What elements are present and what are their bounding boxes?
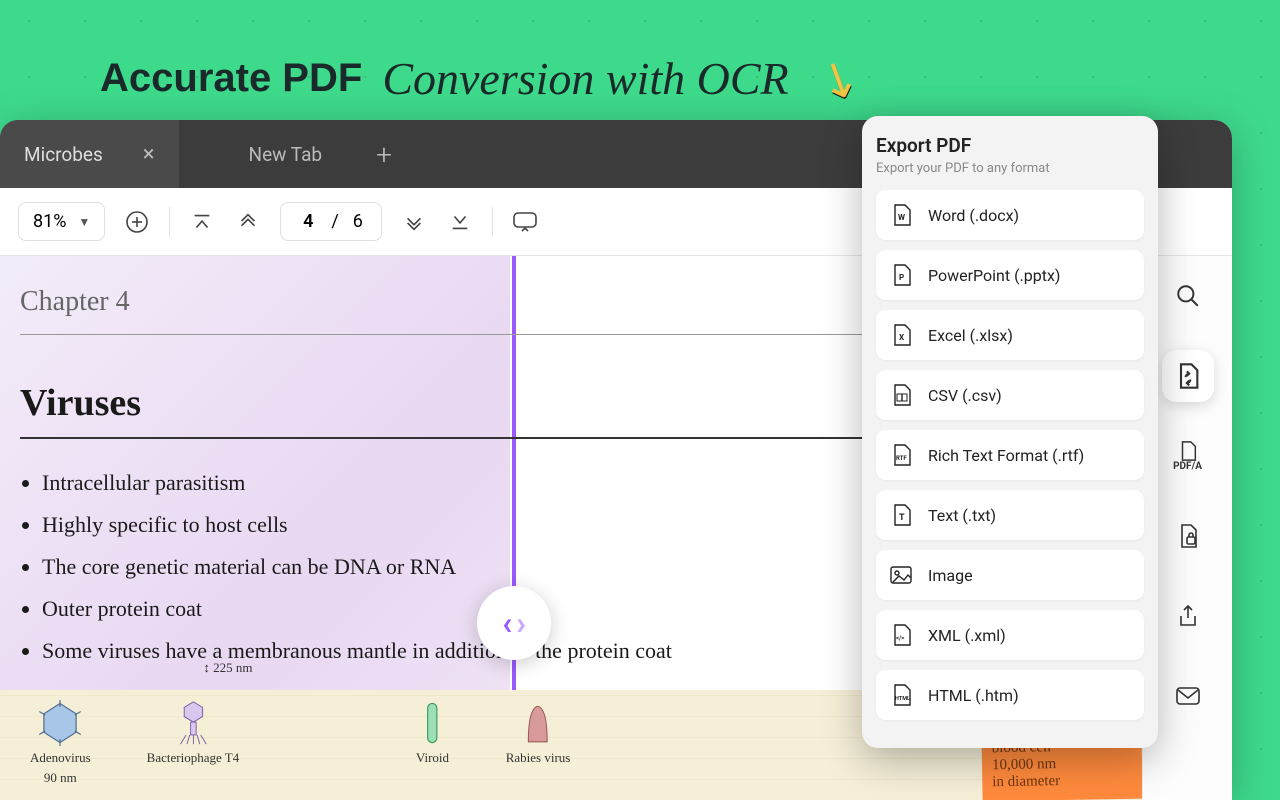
word-icon: W [890,204,912,226]
zoom-value: 81% [33,211,66,232]
export-subtitle: Export your PDF to any format [876,161,1144,176]
diagram-rabies: Rabies virus [506,700,571,766]
diagram-label: Adenovirus [30,750,91,766]
csv-icon [890,384,912,406]
promo-text-a: Accurate PDF [100,56,362,101]
xml-icon: </> [890,624,912,646]
diagram-size: 90 nm [44,770,77,786]
export-title: Export PDF [876,134,1144,157]
chevron-left-icon: ‹ [502,604,512,642]
page-sep: / [331,211,338,232]
svg-text:RTF: RTF [896,455,907,462]
text-icon: T [890,504,912,526]
diagram-label: Viroid [416,750,449,766]
diagram-label: Bacteriophage T4 [147,750,240,766]
html-icon: HTML [890,684,912,706]
zoom-in-button[interactable] [123,208,151,236]
svg-text:X: X [899,333,904,342]
diagram-bacteriophage: ↕ 225 nm Bacteriophage T4 [147,700,240,766]
export-image[interactable]: Image [876,550,1144,600]
image-icon [890,564,912,586]
svg-text:W: W [898,213,905,222]
rtf-icon: RTF [890,444,912,466]
pdfa-button[interactable]: PDF/A [1162,430,1214,482]
export-label: Excel (.xlsx) [928,326,1013,345]
next-page-button[interactable] [400,208,428,236]
excel-icon: X [890,324,912,346]
export-word[interactable]: W Word (.docx) [876,190,1144,240]
promo-text-b: Conversion with OCR [382,52,788,105]
svg-text:P: P [899,273,904,282]
export-label: HTML (.htm) [928,686,1019,705]
tab-new[interactable]: New Tab [179,120,347,188]
export-label: Image [928,566,973,585]
export-label: CSV (.csv) [928,386,1002,405]
last-page-button[interactable] [446,208,474,236]
powerpoint-icon: P [890,264,912,286]
page-total: 6 [353,211,363,232]
svg-text:HTML: HTML [895,696,910,702]
promo-heading: Accurate PDF Conversion with OCR ↘ [100,50,859,107]
export-label: PowerPoint (.pptx) [928,266,1061,285]
export-panel: Export PDF Export your PDF to any format… [862,116,1158,748]
export-csv[interactable]: CSV (.csv) [876,370,1144,420]
page-indicator[interactable]: 4 / 6 [280,202,382,241]
svg-text:</>: </> [896,635,904,642]
export-label: XML (.xml) [928,626,1006,645]
export-label: Text (.txt) [928,506,996,525]
prev-page-button[interactable] [234,208,262,236]
export-label: Word (.docx) [928,206,1019,225]
svg-text:T: T [899,513,905,523]
close-icon[interactable]: × [143,142,155,167]
zoom-select[interactable]: 81% ▼ [18,202,105,241]
chevron-right-icon: › [516,604,526,642]
page-current: 4 [299,211,317,232]
export-xml[interactable]: </> XML (.xml) [876,610,1144,660]
diagram-label: Rabies virus [506,750,571,766]
tab-label: New Tab [249,143,323,166]
tab-microbes[interactable]: Microbes × [0,120,179,188]
export-powerpoint[interactable]: P PowerPoint (.pptx) [876,250,1144,300]
diagram-viroid: Viroid [415,700,450,766]
convert-button[interactable] [1162,350,1214,402]
mail-button[interactable] [1162,670,1214,722]
export-text[interactable]: T Text (.txt) [876,490,1144,540]
compare-slider-handle[interactable]: ‹ › [477,586,551,660]
export-rtf[interactable]: RTF Rich Text Format (.rtf) [876,430,1144,480]
protect-button[interactable] [1162,510,1214,562]
tab-label: Microbes [24,143,103,166]
export-excel[interactable]: X Excel (.xlsx) [876,310,1144,360]
first-page-button[interactable] [188,208,216,236]
export-html[interactable]: HTML HTML (.htm) [876,670,1144,720]
new-tab-button[interactable]: + [376,138,392,171]
search-button[interactable] [1162,270,1214,322]
chevron-down-icon: ▼ [78,215,90,229]
export-label: Rich Text Format (.rtf) [928,446,1084,465]
share-button[interactable] [1162,590,1214,642]
diagram-adenovirus: Adenovirus 90 nm [30,700,91,786]
presentation-button[interactable] [511,208,539,236]
